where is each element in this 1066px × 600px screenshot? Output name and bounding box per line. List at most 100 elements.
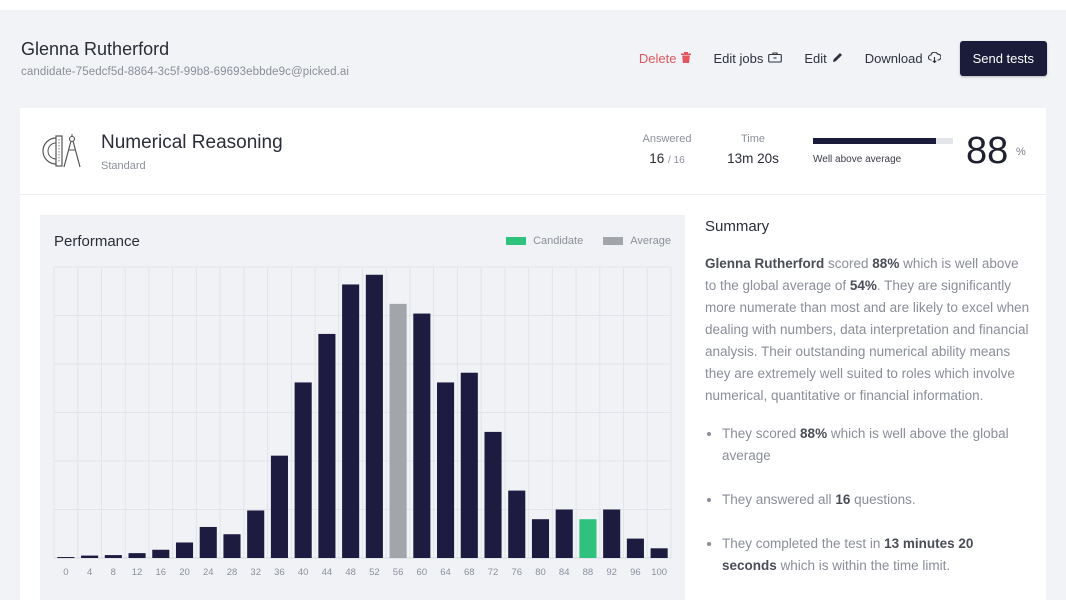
legend-label-candidate: Candidate (533, 235, 584, 247)
x-tick-label: 80 (535, 567, 546, 578)
test-title: Numerical Reasoning (101, 132, 283, 153)
legend-candidate: Candidate (506, 235, 583, 247)
bar-40 (294, 382, 312, 558)
x-tick-label: 64 (440, 567, 451, 578)
cloud-download-icon (927, 51, 942, 66)
header-actions: Delete Edit jobs Edit Download Send test… (639, 41, 1047, 76)
performance-title: Performance (54, 233, 140, 250)
download-button[interactable]: Download (864, 51, 942, 66)
summary-highlight: 88% (872, 256, 900, 271)
performance-panel: Performance Candidate Average 0 4 8 12 16 20 2… (40, 215, 685, 600)
legend-swatch-average (603, 237, 624, 245)
page-edge (1046, 108, 1066, 600)
progress-label: Well above average (813, 154, 902, 165)
x-tick-label: 44 (322, 567, 333, 578)
score-progress-bar (813, 138, 953, 144)
download-label: Download (864, 51, 923, 66)
edit-button[interactable]: Edit (804, 51, 842, 66)
bar-92 (603, 509, 621, 558)
score-value: 88 (966, 130, 1009, 172)
x-tick-label: 28 (227, 567, 238, 578)
answered-count: 16 (649, 151, 665, 166)
test-header: Numerical Reasoning Standard Answered 16… (20, 108, 1046, 195)
answered-value: 16 / 16 (637, 151, 697, 166)
summary-title: Summary (705, 218, 770, 235)
x-tick-label: 4 (87, 567, 92, 578)
x-tick-label: 92 (606, 567, 617, 578)
time-label: Time (740, 133, 766, 145)
time-stat: Time 13m 20s (720, 133, 786, 166)
x-tick-label: 88 (583, 567, 594, 578)
time-value: 13m 20s (727, 151, 779, 166)
answered-total: / 16 (668, 155, 685, 166)
bar-32 (247, 510, 265, 558)
x-tick-label: 84 (559, 567, 570, 578)
bar-candidate-88 (579, 519, 597, 558)
summary-text: They completed the test in (722, 536, 885, 551)
delete-button[interactable]: Delete (639, 51, 692, 66)
answered-label: Answered (642, 133, 692, 145)
summary-paragraph: Glenna Rutherford scored 88% which is we… (705, 253, 1030, 407)
summary-section: Summary Glenna Rutherford scored 88% whi… (705, 218, 1030, 599)
bar-12 (128, 553, 146, 558)
x-tick-label: 16 (155, 567, 166, 578)
summary-text: questions. (850, 492, 916, 507)
x-tick-label: 0 (63, 567, 68, 578)
edit-label: Edit (804, 51, 827, 66)
test-level: Standard (101, 160, 146, 172)
x-tick-label: 56 (393, 567, 404, 578)
x-tick-label: 20 (179, 567, 190, 578)
x-tick-label: 72 (488, 567, 499, 578)
bar-48 (342, 284, 360, 558)
briefcase-icon (768, 51, 783, 66)
summary-text: They answered all (722, 492, 836, 507)
bar-72 (484, 431, 502, 558)
candidate-name: Glenna Rutherford (21, 39, 170, 59)
chart-legend: Candidate Average (486, 235, 671, 247)
x-tick-label: 68 (464, 567, 475, 578)
summary-text: scored (824, 256, 873, 271)
answered-stat: Answered 16 / 16 (637, 133, 697, 166)
pencil-icon (832, 52, 843, 66)
score-progress-fill (813, 138, 937, 144)
test-card: Numerical Reasoning Standard Answered 16… (20, 108, 1046, 600)
bar-100 (650, 548, 668, 558)
send-tests-button[interactable]: Send tests (959, 41, 1047, 76)
bar-68 (460, 372, 478, 558)
summary-text: . They are significantly more numerate t… (705, 278, 1030, 403)
bar-52 (365, 274, 383, 558)
bar-76 (508, 490, 526, 558)
summary-bullet: They scored 88% which is well above the … (722, 423, 1030, 467)
performance-chart: 0 4 8 12 16 20 24 28 32 36 40 44 48 52 56 60 64 68 72 76 80 8… (53, 266, 672, 578)
bar-64 (437, 382, 455, 558)
edit-jobs-button[interactable]: Edit jobs (713, 51, 783, 66)
bar-28 (223, 534, 241, 558)
summary-bullet: They completed the test in 13 minutes 20… (722, 533, 1030, 577)
x-tick-label: 32 (250, 567, 261, 578)
candidate-email: candidate-75edcf5d-8864-3c5f-99b8-69693e… (21, 66, 350, 78)
delete-label: Delete (638, 51, 677, 66)
summary-highlight: 54% (849, 278, 877, 293)
x-tick-label: 52 (369, 567, 380, 578)
x-tick-label: 100 (651, 567, 667, 578)
x-tick-label: 24 (203, 567, 214, 578)
legend-label-average: Average (630, 235, 671, 247)
summary-text: They scored (722, 426, 801, 441)
x-tick-label: 12 (132, 567, 143, 578)
bar-84 (555, 509, 573, 558)
x-tick-label: 48 (345, 567, 356, 578)
x-tick-label: 60 (417, 567, 428, 578)
x-tick-label: 36 (274, 567, 285, 578)
summary-highlight: 16 (835, 492, 851, 507)
bar-24 (199, 526, 217, 558)
summary-bullets: They scored 88% which is well above the … (705, 423, 1030, 577)
edit-jobs-label: Edit jobs (713, 51, 764, 66)
score-unit: % (1016, 146, 1026, 158)
bar-16 (152, 549, 170, 558)
bar-average-56 (389, 303, 407, 558)
summary-highlight: Glenna Rutherford (705, 256, 825, 271)
bar-4 (81, 555, 99, 558)
bar-36 (270, 455, 288, 558)
summary-bullet: They answered all 16 questions. (722, 489, 1030, 511)
top-bar (0, 0, 1066, 10)
